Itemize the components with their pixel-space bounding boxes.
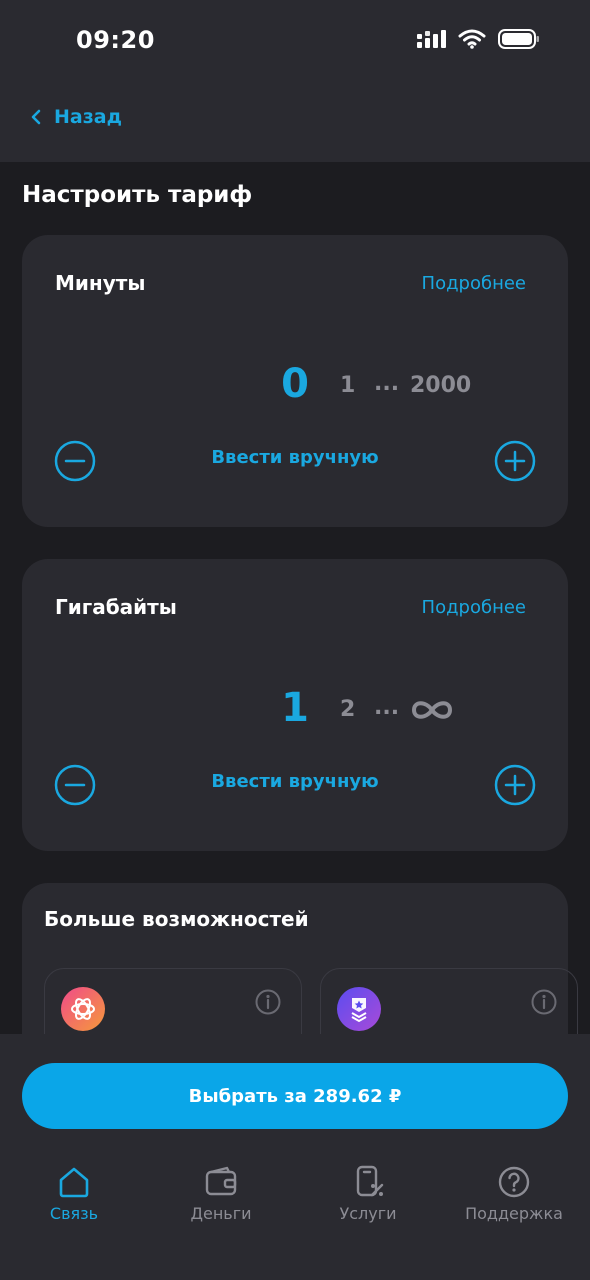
- tab-label: Связь: [49, 1204, 99, 1223]
- gigabytes-title: Гигабайты: [55, 595, 177, 619]
- tab-label: Услуги: [339, 1204, 397, 1223]
- tab-label: Поддержка: [465, 1204, 563, 1223]
- star-badge-icon: [337, 987, 381, 1031]
- wifi-icon: [458, 29, 486, 49]
- status-icons: [416, 28, 540, 50]
- home-icon: [59, 1167, 89, 1198]
- tab-label: Деньги: [190, 1204, 252, 1223]
- bottom-panel: Выбрать за 289.62 ₽ Связь Деньги Услуги …: [0, 1034, 590, 1280]
- gigabytes-ellipsis: ...: [374, 695, 400, 720]
- gigabytes-card: Гигабайты Подробнее 1 2 ... Ввести вручн…: [22, 559, 568, 851]
- minutes-card: Минуты Подробнее 0 1 ... 2000 Ввести вру…: [22, 235, 568, 527]
- tab-connection[interactable]: Связь: [4, 1164, 144, 1223]
- signal-icon: [417, 30, 446, 48]
- gigabytes-manual-entry[interactable]: Ввести вручную: [22, 771, 568, 792]
- tab-support[interactable]: Поддержка: [444, 1164, 584, 1223]
- info-icon[interactable]: [255, 989, 281, 1015]
- wallet-icon: [205, 1166, 237, 1196]
- minutes-picker[interactable]: 0 1 ... 2000: [22, 361, 568, 421]
- minutes-manual-entry[interactable]: Ввести вручную: [22, 447, 568, 468]
- minutes-next-value[interactable]: 1: [340, 371, 355, 401]
- minutes-title: Минуты: [55, 271, 146, 295]
- tab-services[interactable]: Услуги: [298, 1164, 438, 1223]
- back-label: Назад: [54, 106, 122, 128]
- help-icon: [498, 1166, 530, 1198]
- gigabytes-next-value[interactable]: 2: [340, 695, 355, 725]
- infinity-icon[interactable]: [410, 697, 454, 723]
- status-bar: 09:20: [0, 0, 590, 80]
- select-tariff-button[interactable]: Выбрать за 289.62 ₽: [22, 1063, 568, 1129]
- minutes-selected-value: 0: [281, 361, 309, 407]
- minutes-max-value[interactable]: 2000: [410, 371, 471, 401]
- battery-icon: [498, 29, 539, 49]
- status-time: 09:20: [76, 26, 155, 54]
- info-icon[interactable]: [531, 989, 557, 1015]
- services-icon: [356, 1165, 384, 1197]
- minutes-increase-button[interactable]: [494, 440, 536, 482]
- tab-money[interactable]: Деньги: [151, 1164, 291, 1223]
- minutes-more-link[interactable]: Подробнее: [422, 273, 526, 294]
- gigabytes-picker[interactable]: 1 2 ...: [22, 685, 568, 745]
- chevron-left-icon: [31, 109, 41, 125]
- back-button[interactable]: Назад: [30, 106, 122, 128]
- tab-bar: Связь Деньги Услуги Поддержка: [0, 1164, 590, 1234]
- more-options-title: Больше возможностей: [44, 907, 309, 931]
- minutes-ellipsis: ...: [374, 371, 400, 396]
- page-title: Настроить тариф: [22, 182, 253, 208]
- gigabytes-more-link[interactable]: Подробнее: [422, 597, 526, 618]
- gigabytes-selected-value: 1: [281, 685, 309, 731]
- navigation-bar: Назад: [0, 80, 590, 162]
- ai-knot-icon: [61, 987, 105, 1031]
- gigabytes-increase-button[interactable]: [494, 764, 536, 806]
